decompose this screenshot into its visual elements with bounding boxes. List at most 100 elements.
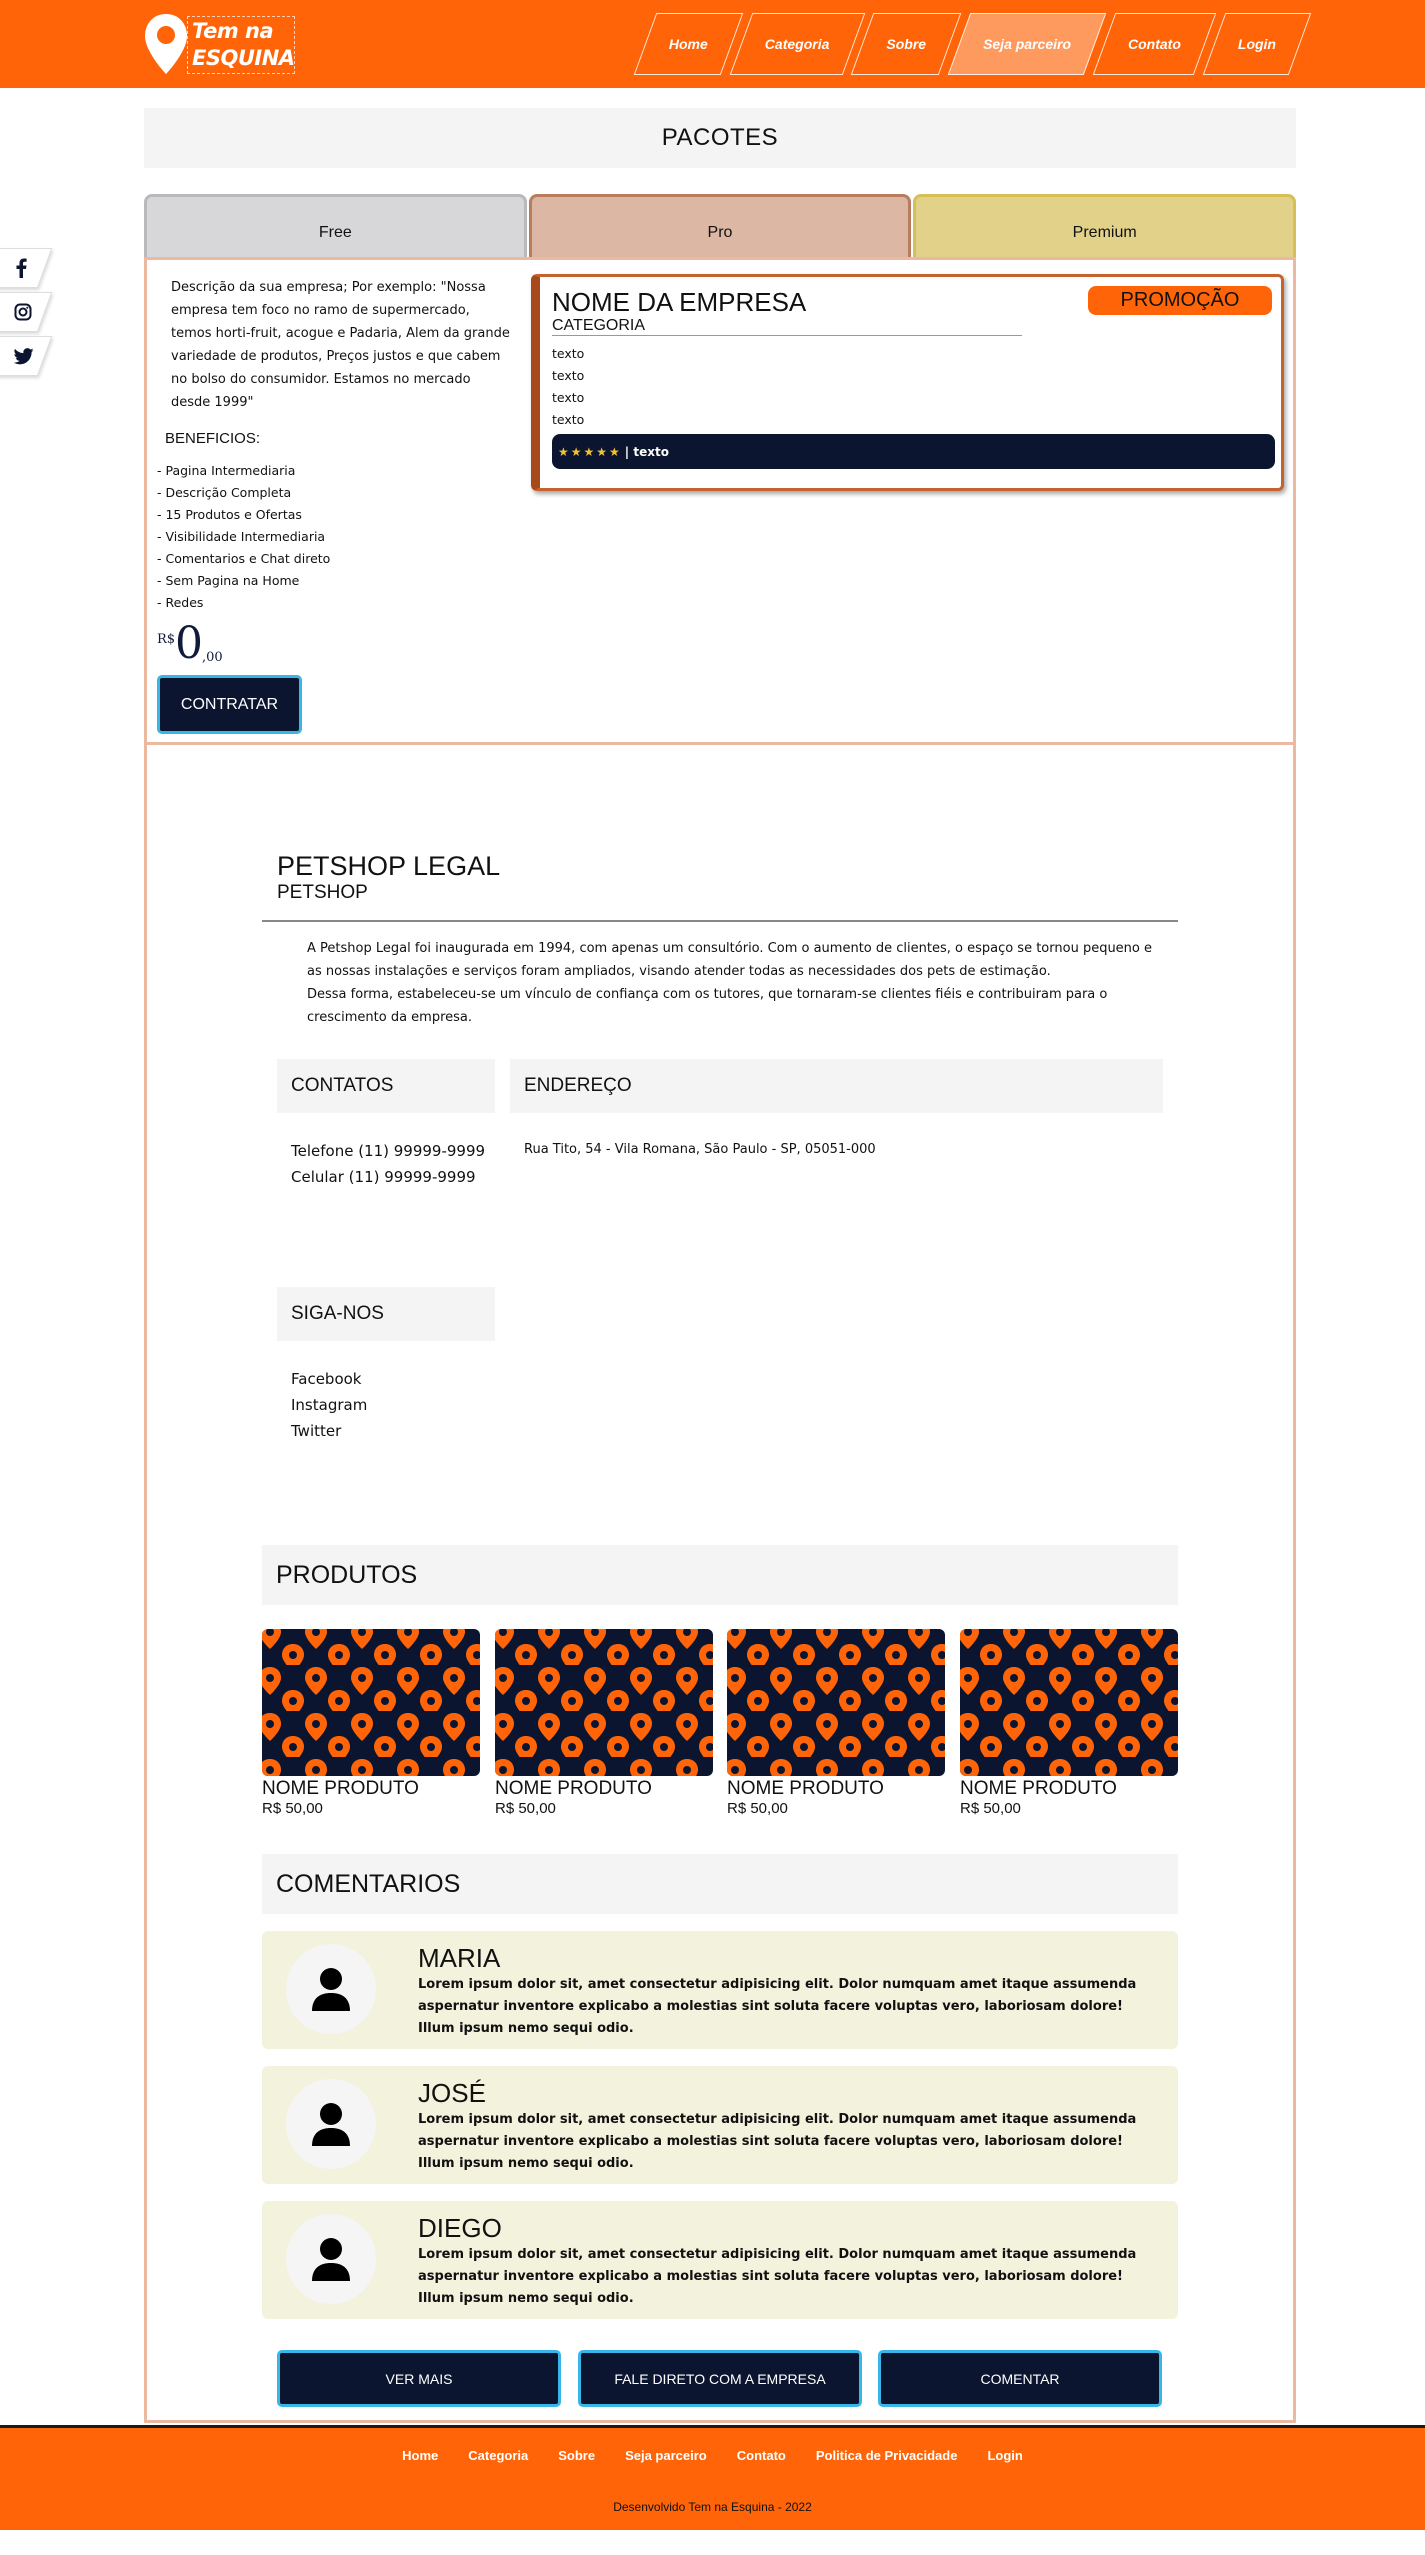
product-name: NOME PRODUTO [727,1778,884,1799]
logo-line-1: Tem na [192,19,274,43]
contatos-heading: CONTATOS [277,1059,495,1113]
copyright: Desenvolvido Tem na Esquina - 2022 [613,2500,812,2514]
comment-card: MARIA Lorem ipsum dolor sit, amet consec… [262,1931,1178,2049]
footer-link-contato[interactable]: Contato [737,2448,786,2463]
nav-home[interactable]: Home [645,13,732,75]
price-integer: 0 [175,618,203,669]
company-about: A Petshop Legal foi inaugurada em 1994, … [307,937,1157,1029]
avatar [286,2214,376,2304]
comentar-button[interactable]: COMENTAR [878,2350,1162,2407]
social-facebook[interactable] [0,248,44,288]
link-facebook[interactable]: Facebook [291,1366,367,1392]
tab-premium[interactable]: Premium [913,194,1297,257]
social-links: Facebook Instagram Twitter [291,1366,367,1444]
footer-link-seja-parceiro[interactable]: Seja parceiro [625,2448,707,2463]
company-address: Rua Tito, 54 - Vila Romana, São Paulo - … [524,1142,876,1157]
nav-contato[interactable]: Contato [1104,13,1205,75]
comment-author: DIEGO [418,2213,502,2243]
benefit-item: - 15 Produtos e Ofertas [157,507,302,522]
benefit-item: - Pagina Intermediaria [157,463,296,478]
about-paragraph: Dessa forma, estabeleceu-se um vínculo d… [307,987,1108,1025]
product-price: R$ 50,00 [495,1800,556,1817]
card-text-line: texto [552,412,585,427]
comment-card: JOSÉ Lorem ipsum dolor sit, amet consect… [262,2066,1178,2184]
card-text-line: texto [552,390,585,405]
ver-mais-button[interactable]: VER MAIS [277,2350,561,2407]
product-card[interactable]: NOME PRODUTO R$ 50,00 [727,1629,945,1818]
siga-heading: SIGA-NOS [277,1287,495,1341]
logo[interactable]: Tem na ESQUINA [143,12,298,78]
card-text-line: texto [552,346,585,361]
nav-login[interactable]: Login [1214,13,1300,75]
comment-card: DIEGO Lorem ipsum dolor sit, amet consec… [262,2201,1178,2319]
endereco-heading: ENDEREÇO [510,1059,1163,1113]
phone-number: Telefone (11) 99999-9999 [291,1142,486,1160]
star-rating-icon: ★★★★★ [558,444,622,459]
comment-author: JOSÉ [418,2078,486,2108]
company-name: PETSHOP LEGAL [277,851,501,881]
price-currency: R$ [157,632,176,647]
benefit-item: - Sem Pagina na Home [157,573,300,588]
user-icon [312,2238,350,2281]
social-sidebar [0,248,50,380]
comment-text: Lorem ipsum dolor sit, amet consectetur … [418,2247,1137,2306]
user-icon [312,2103,350,2146]
footer-link-sobre[interactable]: Sobre [558,2448,595,2463]
price-cents: ,00 [202,650,223,665]
rating-text: | texto [624,444,669,459]
footer-link-privacidade[interactable]: Politica de Privacidade [816,2448,958,2463]
mobile-number: Celular (11) 99999-9999 [291,1168,476,1186]
product-image [727,1629,945,1776]
benefits-list: - Pagina Intermediaria - Descrição Compl… [157,460,330,614]
benefit-item: - Comentarios e Chat direto [157,551,331,566]
tab-pro[interactable]: Pro [528,194,912,257]
product-name: NOME PRODUTO [960,1778,1117,1799]
site-footer: Home Categoria Sobre Seja parceiro Conta… [0,2425,1425,2530]
benefit-item: - Visibilidade Intermediaria [157,529,326,544]
product-name: NOME PRODUTO [495,1778,652,1799]
card-company-name: NOME DA EMPRESA [552,287,807,317]
logo-text: Tem na ESQUINA [187,16,295,74]
social-twitter[interactable] [0,336,44,376]
footer-link-home[interactable]: Home [402,2448,438,2463]
product-price: R$ 50,00 [262,1800,323,1817]
product-price: R$ 50,00 [960,1800,1021,1817]
divider [262,920,1178,922]
card-rating-bar: ★★★★★ | texto [552,434,1275,469]
footer-link-categoria[interactable]: Categoria [468,2448,528,2463]
about-paragraph: A Petshop Legal foi inaugurada em 1994, … [307,941,1152,979]
comment-text: Lorem ipsum dolor sit, amet consectetur … [418,1977,1137,2036]
instagram-icon [14,303,32,321]
card-text-line: texto [552,368,585,383]
user-icon [312,1968,350,2011]
product-card[interactable]: NOME PRODUTO R$ 50,00 [495,1629,713,1818]
map-pin-icon [145,14,187,74]
site-header: Tem na ESQUINA Home Categoria Sobre Seja… [0,0,1425,88]
contact-info: Telefone (11) 99999-9999 Celular (11) 99… [291,1138,491,1190]
promo-badge: PROMOÇÃO [1088,286,1272,315]
product-card[interactable]: NOME PRODUTO R$ 50,00 [262,1629,480,1818]
comentarios-heading: COMENTARIOS [262,1854,1178,1914]
footer-nav: Home Categoria Sobre Seja parceiro Conta… [0,2448,1425,2463]
link-instagram[interactable]: Instagram [291,1392,367,1418]
fale-direto-button[interactable]: FALE DIRETO COM A EMPRESA [578,2350,862,2407]
company-category: PETSHOP [277,882,368,903]
benefit-item: - Redes [157,595,204,610]
package-tabs: Free Pro Premium [144,194,1297,257]
benefits-title: BENEFICIOS: [165,430,261,447]
nav-seja-parceiro[interactable]: Seja parceiro [959,13,1095,75]
nav-categoria[interactable]: Categoria [741,13,854,75]
contratar-button[interactable]: CONTRATAR [157,675,302,734]
nav-sobre[interactable]: Sobre [862,13,950,75]
link-twitter[interactable]: Twitter [291,1418,367,1444]
twitter-icon [14,347,34,364]
comment-text: Lorem ipsum dolor sit, amet consectetur … [418,2112,1137,2171]
company-preview-card[interactable]: NOME DA EMPRESA CATEGORIA texto texto te… [531,274,1284,491]
logo-line-2: ESQUINA [192,46,295,70]
product-card[interactable]: NOME PRODUTO R$ 50,00 [960,1629,1178,1818]
facebook-icon [16,258,27,278]
tab-free[interactable]: Free [144,194,527,257]
footer-link-login[interactable]: Login [987,2448,1022,2463]
avatar [286,2079,376,2169]
social-instagram[interactable] [0,292,44,332]
